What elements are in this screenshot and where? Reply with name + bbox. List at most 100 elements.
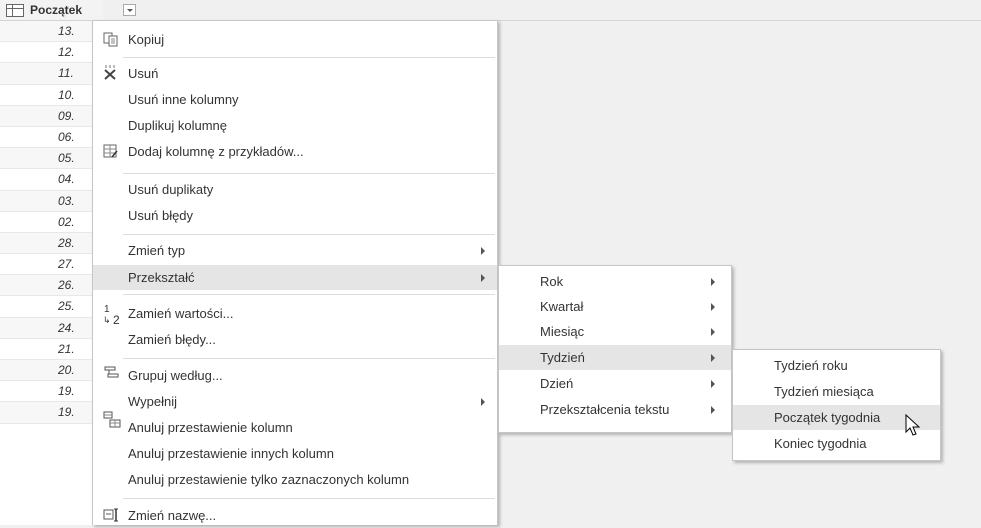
table-cell[interactable]: 04. <box>0 169 103 191</box>
menu-item-label: Usuń duplikaty <box>128 182 214 197</box>
menu-item-label: Dodaj kolumnę z przykładów... <box>128 144 304 159</box>
menu-item-label: Duplikuj kolumnę <box>128 118 227 133</box>
table-cell[interactable]: 28. <box>0 232 103 255</box>
menu-item-label: Zamień błędy... <box>128 332 216 347</box>
menu-item-label: Przekształcenia tekstu <box>540 402 670 417</box>
mouse-cursor-icon <box>905 414 921 436</box>
menu-item-label: Tydzień miesiąca <box>774 384 874 399</box>
menu-separator <box>123 173 495 174</box>
menu-separator <box>123 234 495 235</box>
menu-separator <box>123 57 495 58</box>
table-cell[interactable]: 12. <box>0 42 103 64</box>
table-cell[interactable]: 27. <box>0 254 103 276</box>
menu-item-label: Początek tygodnia <box>774 410 881 425</box>
menu-item-label: Grupuj według... <box>128 368 223 383</box>
replace-icon-top: 1 <box>104 304 110 315</box>
menu-item-unpivot-only-selected-columns[interactable]: Anuluj przestawienie tylko zaznaczonych … <box>93 467 497 492</box>
column-header-label: Początek tyg <box>30 3 85 17</box>
menu-item-label: Dzień <box>540 376 574 391</box>
table-cell[interactable]: 09. <box>0 105 103 127</box>
column-header[interactable]: Początek tyg <box>0 0 103 21</box>
submenu-item-month[interactable]: Miesiąc <box>499 319 731 344</box>
menu-item-label: Zamień wartości... <box>128 306 234 321</box>
replace-icon-arrow: ↳ <box>103 315 111 325</box>
menu-item-label: Zmień typ <box>128 243 186 258</box>
table-cell[interactable]: 02. <box>0 212 103 233</box>
menu-item-delete[interactable]: Usuń <box>93 61 497 86</box>
menu-item-group-by[interactable]: Grupuj według... <box>93 363 497 388</box>
table-cell[interactable]: 10. <box>0 85 103 106</box>
menu-item-label: Anuluj przestawienie innych kolumn <box>128 446 334 461</box>
table-cell[interactable]: 11. <box>0 63 103 85</box>
menu-item-label: Tydzień <box>540 350 585 365</box>
menu-item-rename[interactable]: Zmień nazwę... <box>93 503 497 528</box>
table-cell[interactable]: 20. <box>0 360 103 382</box>
menu-item-label: Anuluj przestawienie tylko zaznaczonych … <box>128 472 410 487</box>
menu-item-remove-other-columns[interactable]: Usuń inne kolumny <box>93 87 497 112</box>
menu-item-fill[interactable]: Wypełnij <box>93 389 497 414</box>
menu-item-label: Zmień nazwę... <box>128 508 217 523</box>
submenu-item-week[interactable]: Tydzień <box>499 345 731 370</box>
menu-item-label: Usuń inne kolumny <box>128 92 239 107</box>
menu-item-label: Tydzień roku <box>774 358 848 373</box>
table-cell[interactable]: 26. <box>0 275 103 297</box>
menu-item-label: Wypełnij <box>128 394 178 409</box>
unpivot-icon <box>103 411 121 428</box>
table-cell[interactable]: 24. <box>0 317 103 339</box>
submenu-arrow-icon <box>711 354 715 362</box>
menu-item-label: Rok <box>540 274 564 289</box>
menu-item-change-type[interactable]: Zmień typ <box>93 238 497 263</box>
table-cell[interactable]: 06. <box>0 127 103 149</box>
menu-item-replace-values[interactable]: 1 ↳ 2 Zamień wartości... <box>93 301 497 327</box>
table-cell[interactable]: 13. <box>0 21 103 43</box>
submenu-item-year[interactable]: Rok <box>499 269 731 294</box>
menu-item-label: Kopiuj <box>128 32 165 47</box>
submenu-arrow-icon <box>481 274 485 282</box>
menu-item-label: Kwartał <box>540 299 584 314</box>
table-icon[interactable] <box>6 4 24 17</box>
submenu-item-week-of-month[interactable]: Tydzień miesiąca <box>733 379 940 404</box>
menu-separator <box>123 294 495 295</box>
submenu-arrow-icon <box>711 380 715 388</box>
add-from-examples-icon <box>103 144 118 158</box>
table-cell[interactable]: 19. <box>0 402 103 424</box>
column-cells: 13. 12. 11. 10. 09. 06. 05. 04. 03. 02. … <box>0 21 103 424</box>
menu-item-remove-duplicates[interactable]: Usuń duplikaty <box>93 177 497 202</box>
menu-item-add-column-from-examples[interactable]: Dodaj kolumnę z przykładów... <box>93 139 497 164</box>
submenu-item-week-of-year[interactable]: Tydzień roku <box>733 353 940 378</box>
submenu-arrow-icon <box>711 303 715 311</box>
submenu-arrow-icon <box>481 247 485 255</box>
menu-separator <box>123 358 495 359</box>
menu-item-label: Usuń błędy <box>128 208 194 223</box>
group-by-icon <box>104 366 119 378</box>
menu-item-unpivot-columns[interactable]: Anuluj przestawienie kolumn <box>93 411 497 440</box>
submenu-item-text-transforms[interactable]: Przekształcenia tekstu <box>499 397 731 422</box>
menu-item-replace-errors[interactable]: Zamień błędy... <box>93 327 497 352</box>
submenu-arrow-icon <box>711 406 715 414</box>
submenu-arrow-icon <box>711 328 715 336</box>
menu-item-remove-errors[interactable]: Usuń błędy <box>93 203 497 228</box>
table-cell[interactable]: 19. <box>0 381 103 403</box>
copy-icon <box>103 32 118 47</box>
submenu-item-quarter[interactable]: Kwartał <box>499 294 731 319</box>
menu-item-transform[interactable]: Przekształć <box>93 265 497 290</box>
table-cell[interactable]: 21. <box>0 339 103 360</box>
menu-item-label: Anuluj przestawienie kolumn <box>128 420 293 435</box>
column-poczatek-tygodnia: Początek tyg 13. 12. 11. 10. 09. 06. 05.… <box>0 0 104 525</box>
replace-icon-bottom: 2 <box>113 313 120 327</box>
submenu-arrow-icon <box>711 278 715 286</box>
week-submenu: Tydzień roku Tydzień miesiąca Początek t… <box>732 349 941 461</box>
table-cell[interactable]: 25. <box>0 296 103 318</box>
menu-item-copy[interactable]: Kopiuj <box>93 27 497 52</box>
submenu-item-day[interactable]: Dzień <box>499 371 731 396</box>
menu-separator <box>123 498 495 499</box>
transform-submenu: Rok Kwartał Miesiąc Tydzień Dzień Przeks… <box>498 265 732 433</box>
menu-item-duplicate-column[interactable]: Duplikuj kolumnę <box>93 113 497 138</box>
menu-item-unpivot-other-columns[interactable]: Anuluj przestawienie innych kolumn <box>93 441 497 466</box>
table-cell[interactable]: 03. <box>0 190 103 212</box>
menu-item-label: Miesiąc <box>540 324 585 339</box>
dropdown-icon[interactable] <box>123 4 136 16</box>
header-empty-area <box>103 0 981 21</box>
menu-item-label: Koniec tygodnia <box>774 436 867 451</box>
table-cell[interactable]: 05. <box>0 148 103 170</box>
